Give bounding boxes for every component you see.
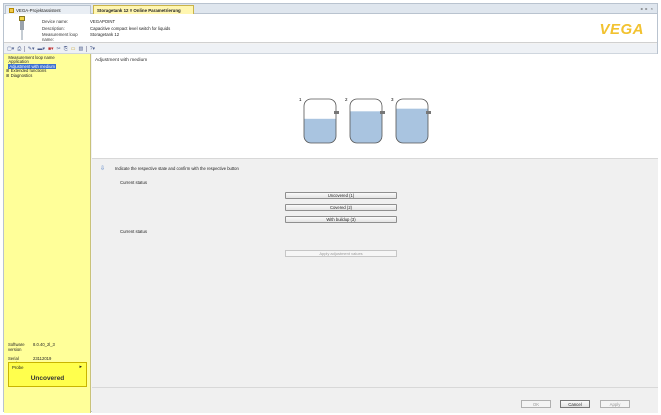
navigation-sidebar: Measurement loop name Application Adjust…	[4, 54, 91, 413]
tools-icon[interactable]: ✎▾	[28, 46, 35, 52]
loop-name-label: Measurement loop name:	[42, 32, 78, 42]
tank-liquid	[396, 108, 428, 143]
covered-button[interactable]: Covered (2)	[285, 204, 397, 211]
tank-illustration: 1 2 3	[296, 93, 441, 145]
current-status-label: Current status	[120, 180, 147, 185]
device-name-label: Device name:	[42, 19, 69, 24]
tree-item-diagnostics[interactable]: ⊞ Diagnostics	[6, 72, 56, 78]
toolbar: ▢▾ ⎙ ✎▾ ▬▾ ■▾ ✂ ⎘ ▭ ▨ ?▾	[4, 44, 657, 54]
tank-graphic: 1 2 3	[299, 97, 431, 144]
software-version-label: Software version	[8, 342, 25, 352]
adjustment-area: ⇩ Indicate the respective state and conf…	[92, 158, 658, 387]
device-icon[interactable]: ▢▾	[7, 46, 14, 52]
uncovered-button[interactable]: Uncovered (1)	[285, 192, 397, 199]
tab-label: VEGA-Projektassistent	[16, 7, 61, 13]
apply-button[interactable]: Apply	[600, 400, 630, 408]
image-icon[interactable]: ▨	[78, 46, 83, 52]
cancel-button[interactable]: Cancel	[560, 400, 590, 408]
info-arrow-icon: ⇩	[100, 166, 106, 172]
tank-label: 2	[345, 97, 348, 102]
instruction-text: Indicate the respective state and confir…	[115, 166, 239, 171]
probe-status-panel[interactable]: Probe ▸ Uncovered	[8, 362, 87, 387]
ok-button[interactable]: OK	[521, 400, 551, 408]
tank-3: 3	[391, 97, 431, 144]
tank-label: 1	[299, 97, 302, 102]
tank-1: 1	[299, 97, 339, 144]
tank-label: 3	[391, 97, 394, 102]
vega-logo: VEGA	[599, 21, 644, 38]
open-icon[interactable]: ▭	[71, 46, 76, 52]
loop-name-value: Storagetank 12	[90, 32, 120, 37]
cut-icon[interactable]: ✂	[57, 46, 61, 52]
apply-adjustment-button[interactable]: Apply adjustment values	[285, 250, 397, 257]
sensor-nub	[334, 111, 339, 114]
current-status-label-2: Current status	[120, 229, 147, 234]
page-title: Adjustment with medium	[95, 58, 148, 63]
probe-value: Uncovered	[30, 375, 65, 382]
tab-label: Storagetank 12 # Online Parametrierung	[97, 7, 181, 13]
tank-liquid	[304, 118, 336, 143]
tank-2: 2	[345, 97, 385, 144]
software-version-value: 8.0.40_2l_3	[33, 342, 55, 347]
device-image	[18, 16, 26, 40]
print-icon[interactable]: ⎙	[17, 46, 21, 52]
device-header: Device name: VEGAPOINT Description: Capa…	[4, 14, 657, 43]
record-icon[interactable]: ■▾	[48, 46, 54, 52]
with-buildup-button[interactable]: With buildup (3)	[285, 216, 397, 223]
device-info: Device name: VEGAPOINT Description: Capa…	[42, 19, 210, 42]
application-frame: VEGA-Projektassistent Storagetank 12 # O…	[3, 3, 658, 413]
probe-label: Probe	[12, 365, 24, 370]
tab-project-assistant[interactable]: VEGA-Projektassistent	[5, 5, 91, 14]
sensor-nub	[426, 111, 431, 114]
tank-liquid	[350, 111, 382, 143]
display-icon[interactable]: ▬▾	[37, 46, 45, 52]
help-icon[interactable]: ?▾	[90, 46, 95, 52]
main-panel: Adjustment with medium 1 2 3 ⇩ Indicate th…	[92, 54, 658, 387]
copy-icon[interactable]: ⎘	[64, 46, 68, 52]
tab-strip: VEGA-Projektassistent Storagetank 12 # O…	[4, 4, 657, 14]
device-name-value: VEGAPOINT	[90, 19, 116, 24]
arrow-right-icon: ▸	[79, 364, 82, 370]
window-controls[interactable]: ◂ ▸ ×	[640, 6, 654, 11]
tab-online-parameterization[interactable]: Storagetank 12 # Online Parametrierung	[93, 5, 194, 14]
dialog-footer: OK Cancel Apply	[92, 387, 658, 413]
description-label: Description:	[42, 25, 65, 31]
folder-icon	[9, 7, 14, 13]
expand-icon: ⊞	[6, 72, 10, 78]
navigation-tree: Measurement loop name Application Adjust…	[6, 55, 56, 78]
description-value: Capacitive compact level switch for liqu…	[90, 25, 171, 31]
sensor-nub	[380, 111, 385, 114]
